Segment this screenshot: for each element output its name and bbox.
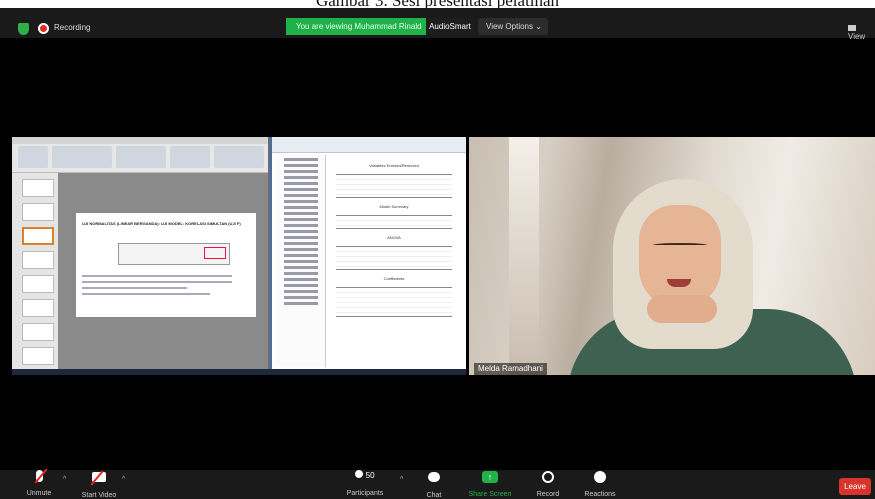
spss-table [336,246,452,270]
record-button[interactable]: Record [534,470,562,498]
reactions-label: Reactions [584,491,616,498]
slide-editor: UJI NORMALITAS (LINEAR BERGANDA): UJI MO… [58,173,268,369]
spss-table [336,174,452,198]
share-screen-label: Share Screen [468,491,512,498]
recording-label: Recording [54,23,91,32]
slide-thumbnail [22,347,54,365]
slide-thumbnail [22,275,54,293]
mic-muted-icon [35,470,43,482]
viewing-banner: You are viewing Muhammad Rinald [286,18,426,35]
participants-button[interactable]: 50 Participants [340,470,390,497]
figure-caption: Gambar 3. Sesi presentasi pelatihan [0,0,875,8]
view-options-button[interactable]: View Options ⌄ [478,18,548,35]
participant-face [639,205,721,309]
spss-table [336,215,452,229]
share-screen-button[interactable]: ↑ Share Screen [464,470,516,498]
record-icon [542,471,554,483]
slide-thumbnail [22,323,54,341]
ribbon-tabs [12,137,268,144]
reactions-button[interactable]: Reactions [580,470,620,498]
audio-caret-icon[interactable]: ^ [63,476,66,483]
slide-highlight [204,247,226,259]
participant-name: Melda Ramadhani [474,363,547,375]
spss-menu-bar [272,137,466,153]
unmute-button[interactable]: Unmute [22,470,56,497]
audiosmart-label: AudioSmart [426,18,474,35]
spss-table-title: ANOVA [387,235,401,240]
slide-thumbnails [12,173,58,369]
ribbon-group [170,146,210,168]
slide-thumbnail [22,299,54,317]
share-screen-icon: ↑ [482,471,498,483]
start-video-button[interactable]: Start Video [74,470,124,499]
recording-icon [38,23,49,34]
reactions-icon [594,471,606,483]
start-video-label: Start Video [81,492,117,499]
ribbon-group [18,146,48,168]
background-door [509,137,539,375]
windows-taskbar [12,369,466,375]
spss-output-window: Variables Entered/Removed Model Summary … [270,137,466,369]
slide-thumbnail [22,227,54,245]
ribbon-group [52,146,112,168]
current-slide: UJI NORMALITAS (LINEAR BERGANDA): UJI MO… [76,213,256,317]
spss-output-tree [276,155,326,367]
shield-icon[interactable] [18,23,29,35]
shared-screen: UJI NORMALITAS (LINEAR BERGANDA): UJI MO… [12,137,466,375]
viewing-banner-text: You are viewing Muhammad Rinald [296,22,422,31]
participants-caret-icon[interactable]: ^ [400,476,403,483]
spss-table-title: Coefficients [383,276,405,281]
participant-video [469,137,875,375]
leave-button[interactable]: Leave [839,478,871,495]
spss-output-pane: Variables Entered/Removed Model Summary … [330,157,458,365]
spss-table [336,287,452,317]
unmute-label: Unmute [26,490,52,497]
participants-label: Participants [346,490,384,497]
chat-icon [428,472,440,482]
video-off-icon [92,472,106,482]
slide-thumbnail [22,251,54,269]
powerpoint-ribbon [12,137,268,173]
participants-count: 50 [365,471,375,480]
chat-button[interactable]: Chat [422,470,446,499]
participants-icon [355,470,364,478]
slide-title: UJI NORMALITAS (LINEAR BERGANDA): UJI MO… [82,221,241,226]
view-button[interactable]: View [848,23,875,41]
ribbon-group [116,146,166,168]
slide-text [82,275,232,299]
top-bar: Recording You are viewing Muhammad Rinal… [0,8,875,41]
participant-eyes [653,243,707,247]
record-label: Record [536,491,560,498]
ribbon-group [214,146,264,168]
spss-table-title: Variables Entered/Removed [369,163,419,168]
slide-thumbnail [22,203,54,221]
chat-label: Chat [426,492,442,499]
slide-thumbnail [22,179,54,197]
spss-table-title: Model Summary [379,204,409,209]
video-caret-icon[interactable]: ^ [122,476,125,483]
meeting-toolbar: Unmute ^ Start Video ^ 50 Participants ^… [0,470,875,499]
participant-hands [647,295,717,323]
